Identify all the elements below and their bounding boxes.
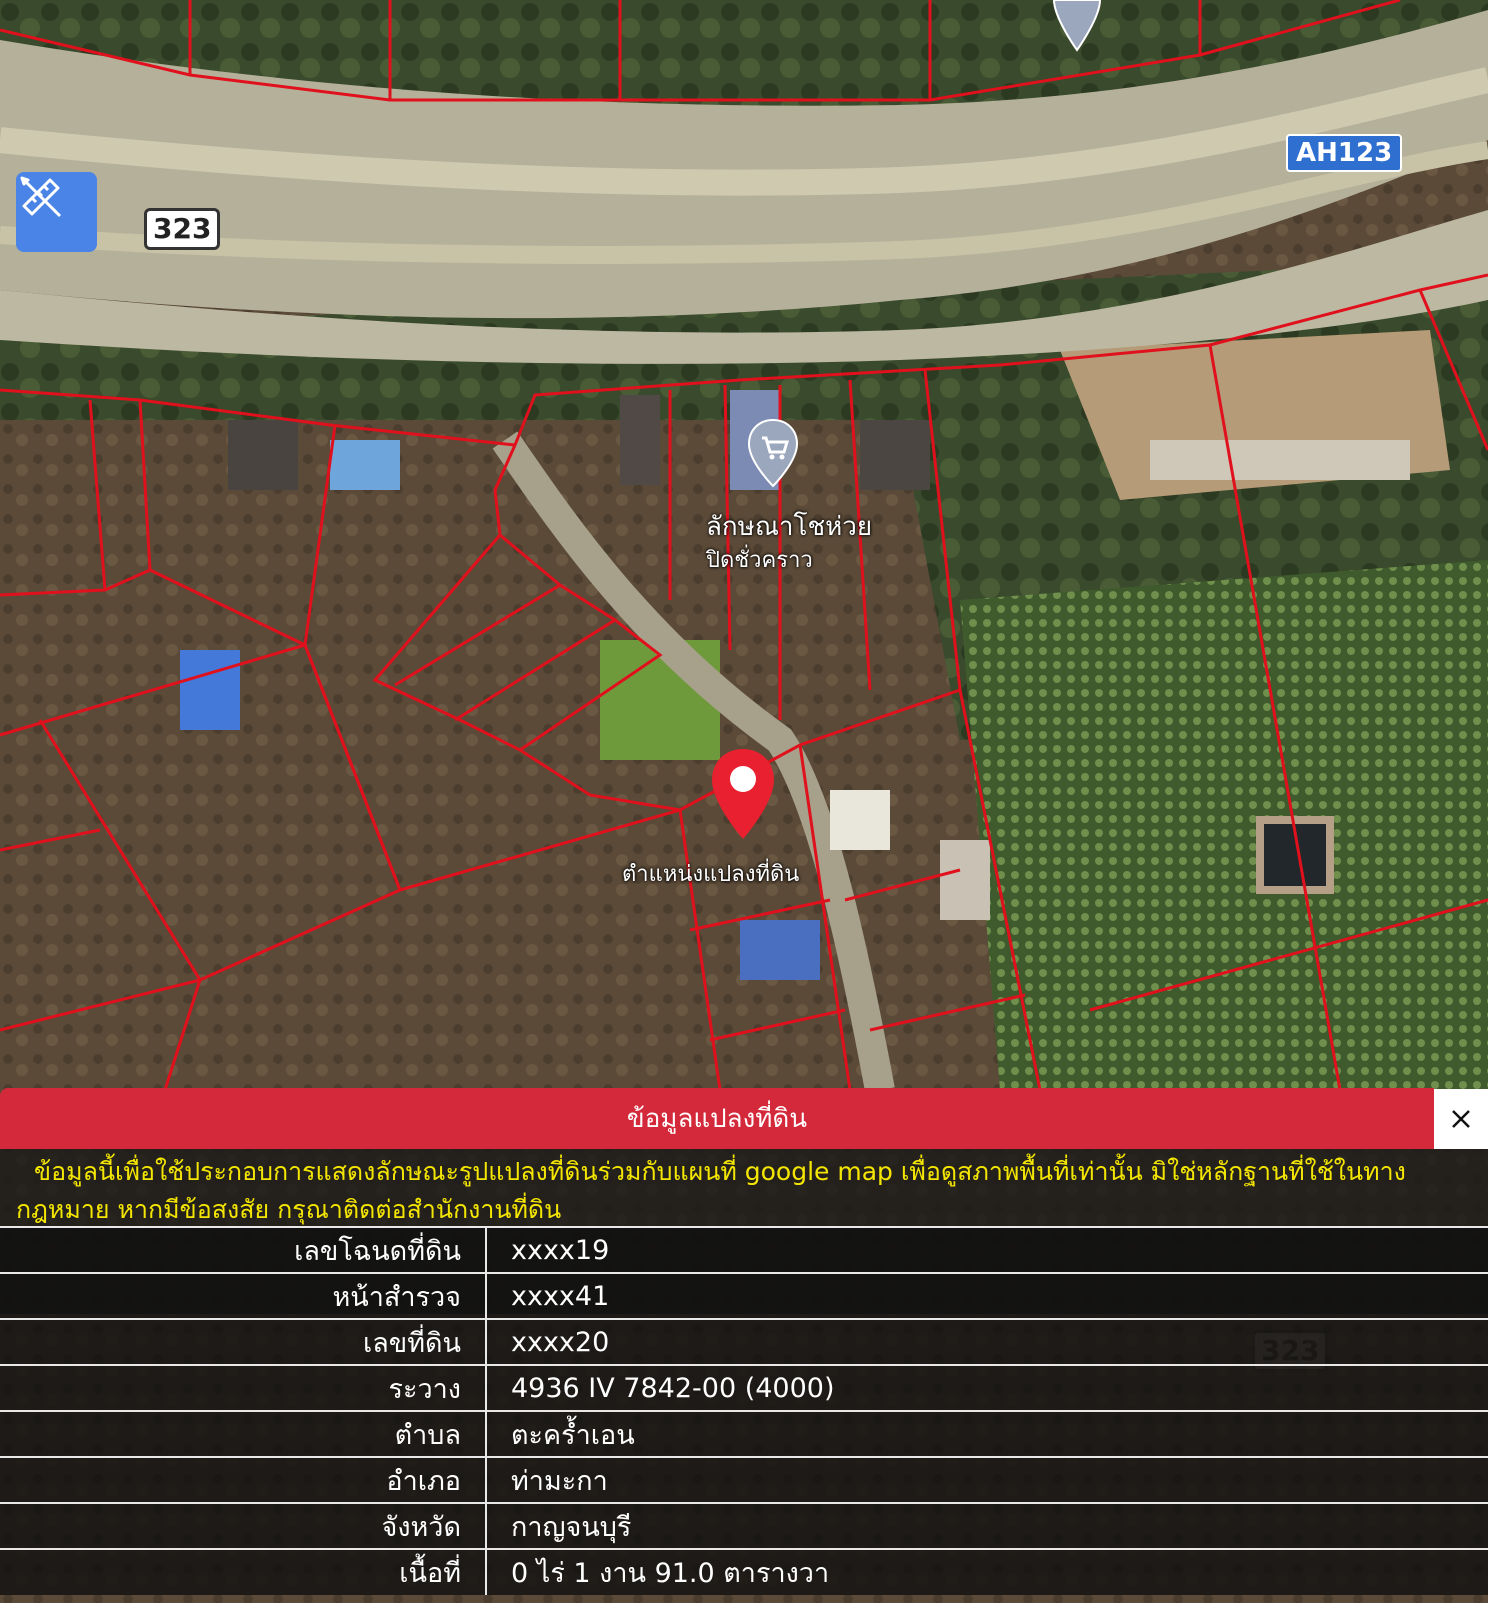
row-label: เลขที่ดิน (0, 1318, 487, 1365)
row-value: 0 ไร่ 1 งาน 91.0 ตารางวา (486, 1548, 1488, 1595)
measure-tool-button[interactable] (16, 172, 97, 252)
row-value: 4936 IV 7842-00 (4000) (486, 1364, 1488, 1411)
table-row: ตำบล ตะคร้ำเอน (0, 1410, 1488, 1457)
route-323-shield: 323 (144, 208, 221, 250)
row-value: xxxx19 (486, 1226, 1488, 1273)
row-label: ระวาง (0, 1364, 487, 1411)
row-label: เลขโฉนดที่ดิน (0, 1226, 487, 1273)
panel-title: ข้อมูลแปลงที่ดิน (626, 1104, 808, 1134)
row-value: ท่ามะกา (486, 1456, 1488, 1503)
table-row: อำเภอ ท่ามะกา (0, 1456, 1488, 1503)
marker-label: ตำแหน่งแปลงที่ดิน (622, 862, 800, 887)
table-row: เลขโฉนดที่ดิน xxxx19 (0, 1226, 1488, 1273)
row-value: xxxx20 (486, 1318, 1488, 1365)
close-button[interactable] (1434, 1089, 1488, 1149)
table-row: เลขที่ดิน xxxx20 (0, 1318, 1488, 1365)
parcel-info-table: เลขโฉนดที่ดิน xxxx19 หน้าสำรวจ xxxx41 เล… (0, 1226, 1488, 1595)
row-value: ตะคร้ำเอน (486, 1410, 1488, 1457)
row-value: xxxx41 (486, 1272, 1488, 1319)
place-label-shop-name: ลักษณาโชห่วย (706, 512, 873, 542)
table-row: หน้าสำรวจ xxxx41 (0, 1272, 1488, 1319)
route-ah123-shield: AH123 (1286, 134, 1403, 172)
close-icon (1452, 1110, 1470, 1128)
table-row: ระวาง 4936 IV 7842-00 (4000) (0, 1364, 1488, 1411)
table-row: เนื้อที่ 0 ไร่ 1 งาน 91.0 ตารางวา (0, 1548, 1488, 1595)
table-row: จังหวัด กาญจนบุรี (0, 1502, 1488, 1549)
parcel-info-panel: ข้อมูลแปลงที่ดิน ข้อมูลนี้เพื่อใช้ประกอบ… (0, 1088, 1488, 1603)
panel-header: ข้อมูลแปลงที่ดิน (0, 1088, 1434, 1149)
row-label: หน้าสำรวจ (0, 1272, 487, 1319)
row-label: จังหวัด (0, 1502, 487, 1549)
row-label: ตำบล (0, 1410, 487, 1457)
row-value: กาญจนบุรี (486, 1502, 1488, 1549)
row-label: อำเภอ (0, 1456, 487, 1503)
row-label: เนื้อที่ (0, 1548, 487, 1595)
place-label-shop-status: ปิดชั่วคราว (706, 548, 813, 573)
